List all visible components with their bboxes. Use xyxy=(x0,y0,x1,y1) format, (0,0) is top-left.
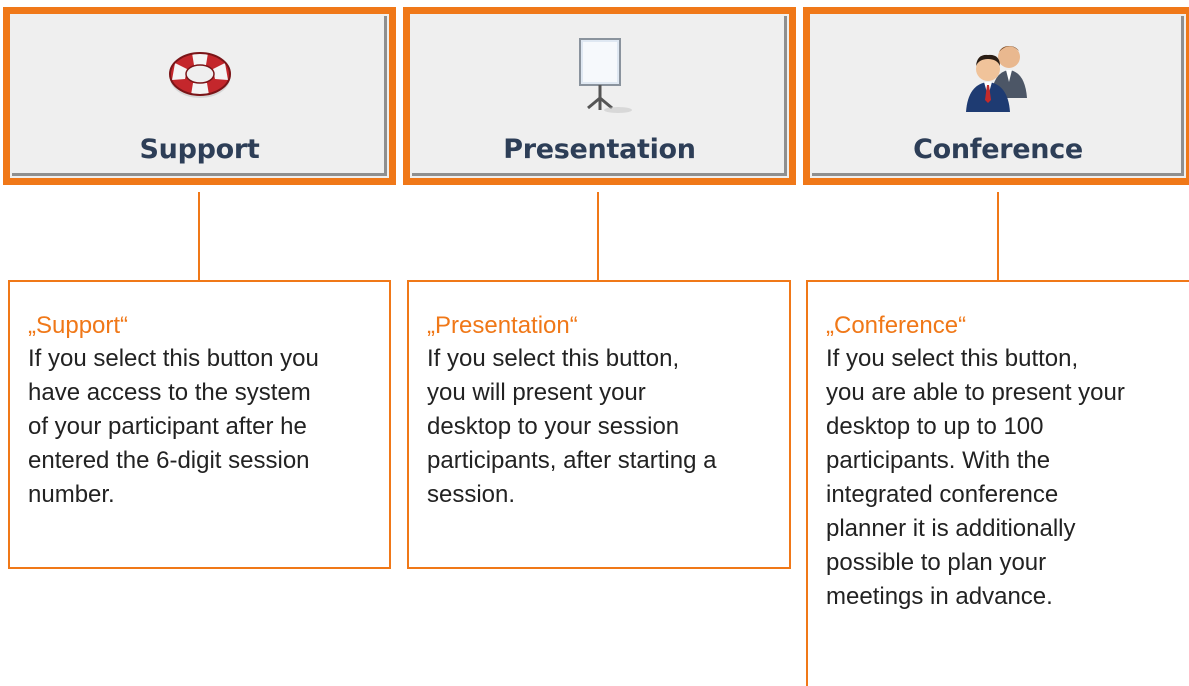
presentation-description-text: If you select this button, you will pres… xyxy=(427,345,717,508)
conference-description-text: If you select this button, you are able … xyxy=(826,345,1125,610)
presentation-label: Presentation xyxy=(503,134,696,165)
presentation-description-title: „Presentation“ xyxy=(427,312,578,339)
conference-description-title: „Conference“ xyxy=(826,312,967,339)
support-label: Support xyxy=(139,134,260,165)
people-icon xyxy=(966,46,1027,112)
support-description-title: „Support“ xyxy=(28,312,129,339)
presentation-button[interactable]: Presentation xyxy=(403,7,796,185)
conference-connector xyxy=(997,192,999,281)
conference-label: Conference xyxy=(913,134,1083,165)
presentation-connector xyxy=(597,192,599,281)
lifebuoy-icon xyxy=(168,52,231,98)
conference-description: „Conference“ If you select this button, … xyxy=(806,280,1189,686)
presentation-description: „Presentation“ If you select this button… xyxy=(407,280,791,569)
support-connector xyxy=(198,192,200,281)
support-description-text: If you select this button you have acces… xyxy=(28,345,319,508)
conference-button[interactable]: Conference xyxy=(803,7,1189,185)
support-description: „Support“ If you select this button you … xyxy=(8,280,391,569)
projection-screen-icon xyxy=(578,38,632,113)
support-button[interactable]: Support xyxy=(3,7,396,185)
